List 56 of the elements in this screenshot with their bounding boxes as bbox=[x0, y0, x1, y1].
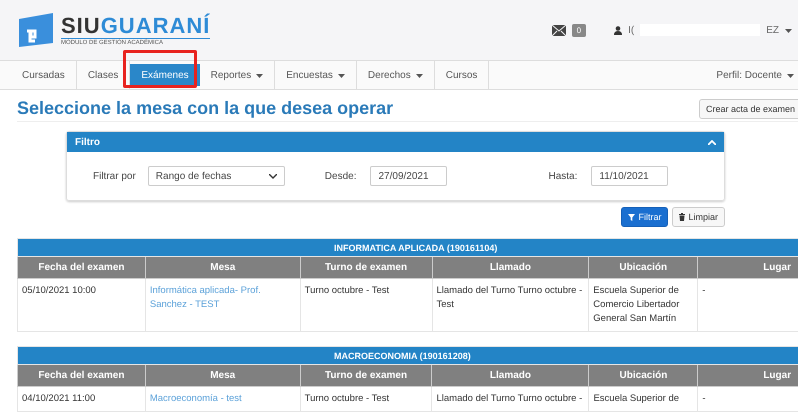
table-title: INFORMATICA APLICADA (190161104) bbox=[18, 238, 798, 256]
table-cell: Turno octubre - Test bbox=[300, 386, 432, 412]
table-cell: 05/10/2021 10:00 bbox=[18, 278, 146, 332]
table-title: MACROECONOMIA (190161208) bbox=[18, 346, 798, 364]
field-label: Desde: bbox=[324, 170, 356, 182]
caret-icon bbox=[787, 74, 794, 78]
user-name[interactable]: EZ bbox=[766, 24, 779, 36]
nav-tab[interactable]: Cursos bbox=[434, 61, 490, 89]
message-count-badge: 0 bbox=[572, 24, 586, 36]
table-cell: Escuela Superior de bbox=[588, 386, 698, 412]
column-header: Ubicación bbox=[588, 256, 698, 278]
column-header: Lugar bbox=[698, 256, 798, 278]
column-header: Lugar bbox=[698, 364, 798, 386]
field-label: Hasta: bbox=[548, 170, 578, 182]
user-name[interactable]: I( bbox=[628, 24, 634, 36]
filter-dropdown[interactable]: Rango de fechas bbox=[148, 166, 285, 186]
filter-button[interactable]: Filtrar bbox=[621, 207, 668, 227]
column-header: Fecha del examen bbox=[18, 364, 146, 386]
column-header: Llamado bbox=[432, 256, 589, 278]
user-icon bbox=[614, 26, 622, 34]
logo-icon bbox=[17, 13, 55, 47]
nav-tab[interactable]: Reportes bbox=[200, 61, 276, 89]
collapse-icon[interactable] bbox=[708, 140, 716, 144]
clear-button[interactable]: Limpiar bbox=[672, 207, 725, 227]
nav-tab[interactable]: Derechos bbox=[356, 61, 435, 89]
column-header: Llamado bbox=[432, 364, 589, 386]
panel-title: Filtro bbox=[75, 136, 100, 148]
column-header: Turno de examen bbox=[300, 364, 432, 386]
nav-tab[interactable]: Encuestas bbox=[275, 61, 357, 89]
column-header: Ubicación bbox=[588, 364, 698, 386]
caret-icon bbox=[338, 74, 345, 78]
profile-menu[interactable]: Perfil: Docente bbox=[716, 61, 798, 89]
funnel-icon bbox=[628, 214, 636, 220]
table-cell: Llamado del Turno Turno octubre - Test bbox=[432, 278, 589, 332]
nav-tab[interactable]: Cursadas bbox=[11, 61, 77, 89]
caret-icon bbox=[256, 74, 264, 78]
brand-name: SIUGUARANÍ bbox=[61, 14, 210, 38]
create-record-button[interactable]: Crear acta de examen bbox=[698, 98, 798, 118]
table-cell: 04/10/2021 11:00 bbox=[18, 386, 146, 412]
table-cell: Escuela Superior de Comercio Libertador General San Martín bbox=[588, 278, 698, 332]
caret-icon[interactable] bbox=[785, 29, 792, 33]
trash-icon bbox=[679, 213, 686, 221]
nav-tab[interactable]: Exámenes bbox=[130, 64, 200, 86]
page-title: Seleccione la mesa con la que desea operar bbox=[17, 98, 394, 119]
table-cell: Turno octubre - Test bbox=[300, 278, 432, 332]
chevron-icon[interactable] bbox=[268, 174, 277, 178]
column-header: Mesa bbox=[145, 364, 300, 386]
caret-icon bbox=[416, 74, 423, 78]
table-cell: Llamado del Turno Turno octubre - bbox=[432, 386, 589, 412]
column-header: Fecha del examen bbox=[18, 256, 146, 278]
date-field[interactable]: 27/09/2021 bbox=[370, 166, 448, 186]
column-header: Mesa bbox=[145, 256, 300, 278]
column-header: Turno de examen bbox=[300, 256, 432, 278]
date-field[interactable]: 11/10/2021 bbox=[591, 166, 668, 186]
field-label: Filtrar por bbox=[93, 170, 136, 182]
mail-icon[interactable] bbox=[552, 24, 566, 36]
